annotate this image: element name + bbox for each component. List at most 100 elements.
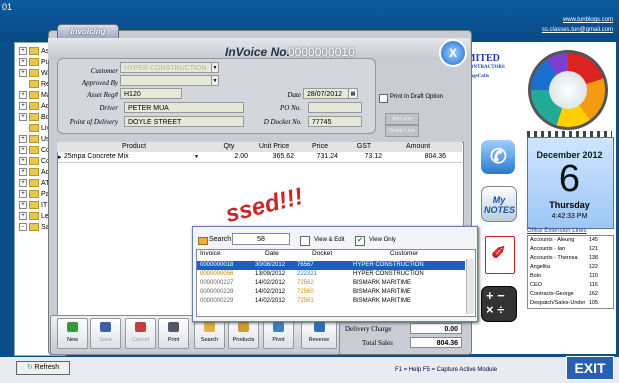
email-link[interactable]: ss.classes.tun@gmail.com bbox=[542, 27, 613, 33]
cancel-button[interactable]: Cancel bbox=[125, 318, 156, 349]
color-wheel-icon[interactable] bbox=[528, 50, 608, 130]
tree-item[interactable]: + Le bbox=[19, 212, 49, 222]
tree-item[interactable]: + Ad bbox=[19, 102, 50, 112]
date-label: Date bbox=[287, 91, 301, 99]
chevron-down-icon[interactable]: ▼ bbox=[194, 154, 199, 160]
table-row[interactable]: 0000000056 13/09/2012 222321 HYPER CONSTRUC… bbox=[197, 270, 465, 279]
save-button[interactable]: Save bbox=[90, 318, 121, 349]
new-button[interactable]: New bbox=[57, 318, 88, 349]
chevron-down-icon[interactable]: ▼ bbox=[211, 75, 219, 86]
tab-invoicing[interactable]: Invoicing bbox=[57, 24, 119, 39]
tree-item[interactable]: + IT bbox=[19, 201, 47, 211]
tree-item[interactable]: + As bbox=[19, 47, 49, 57]
cell-unit-price[interactable]: 365.62 bbox=[250, 153, 294, 160]
expand-icon[interactable]: + bbox=[19, 69, 27, 77]
asset-reg-field[interactable]: H120 bbox=[120, 88, 182, 99]
folder-icon bbox=[29, 47, 39, 55]
delivery-point-label: Point of Delivery bbox=[69, 118, 118, 126]
products-icon bbox=[238, 322, 249, 332]
expand-icon[interactable]: + bbox=[19, 168, 27, 176]
expand-icon[interactable]: + bbox=[19, 135, 27, 143]
website-link[interactable]: www.tunblogs.com bbox=[563, 17, 613, 23]
expand-icon[interactable]: + bbox=[19, 201, 27, 209]
cell-amount[interactable]: 804.36 bbox=[386, 153, 446, 160]
expand-icon[interactable]: + bbox=[19, 179, 27, 187]
extension-row[interactable]: Accounts - Theresa 138 bbox=[530, 255, 610, 264]
scrollbar[interactable] bbox=[466, 259, 474, 314]
pivot-button[interactable]: Pivot bbox=[263, 318, 294, 349]
col-invoice: Invoice bbox=[200, 250, 221, 257]
view-only-checkbox[interactable]: ✔ bbox=[355, 236, 365, 246]
delete-line-button[interactable]: Delete Line bbox=[385, 125, 419, 137]
draft-checkbox[interactable] bbox=[379, 94, 388, 103]
expand-icon[interactable]: + bbox=[19, 190, 27, 198]
tree-item[interactable]: + Wa bbox=[19, 69, 51, 79]
refresh-button[interactable]: ↻ Refresh bbox=[16, 361, 70, 375]
search-button[interactable]: Search bbox=[194, 318, 225, 349]
tree-item[interactable]: + Us bbox=[19, 135, 50, 145]
tree-item[interactable]: Liv bbox=[19, 124, 50, 134]
draft-label: Print In Draft Option bbox=[390, 94, 444, 100]
extension-row[interactable]: Accounts - Ian 121 bbox=[530, 246, 610, 255]
cell-gst[interactable]: 73.12 bbox=[342, 153, 382, 160]
approved-by-select[interactable] bbox=[120, 75, 212, 86]
expand-icon[interactable]: + bbox=[19, 113, 27, 121]
tree-item[interactable]: + Pu bbox=[19, 58, 50, 68]
add-line-button[interactable]: Add Line bbox=[385, 113, 419, 125]
calendar-icon[interactable]: ▦ bbox=[348, 88, 358, 99]
pdf-icon[interactable]: ✐ bbox=[485, 236, 515, 274]
expand-icon[interactable]: + bbox=[19, 212, 27, 220]
extension-header[interactable]: Office Extension Lines bbox=[527, 228, 587, 234]
tree-item[interactable]: + Co bbox=[19, 157, 50, 167]
expand-icon[interactable]: + bbox=[19, 157, 27, 165]
print-button[interactable]: Print bbox=[158, 318, 189, 349]
expand-icon[interactable]: + bbox=[19, 58, 27, 66]
expand-icon[interactable]: + bbox=[19, 91, 27, 99]
expand-icon[interactable]: + bbox=[19, 102, 27, 110]
chevron-down-icon[interactable]: ▼ bbox=[211, 62, 219, 73]
exit-button[interactable]: EXIT bbox=[566, 356, 614, 380]
extension-row[interactable]: CEO 116 bbox=[530, 282, 610, 291]
driver-field[interactable]: PETER MUA bbox=[124, 102, 244, 113]
phone-icon[interactable]: ✆ bbox=[481, 140, 515, 174]
tree-item[interactable]: + Co bbox=[19, 146, 50, 156]
table-row[interactable]: 0000000018 30/08/2012 76567 HYPER CONSTRUCT… bbox=[197, 261, 465, 270]
reverse-button[interactable]: Reverse bbox=[301, 318, 337, 349]
tree-item[interactable]: - Sa bbox=[19, 223, 50, 233]
delivery-point-field[interactable]: DOYLE STREET bbox=[124, 116, 244, 127]
search-input[interactable]: 58 bbox=[232, 233, 290, 245]
cell-product[interactable]: 25mpa Concrete Mix bbox=[64, 153, 194, 160]
tree-item[interactable]: + Ma bbox=[19, 91, 51, 101]
tree-item[interactable]: + Bo bbox=[19, 113, 50, 123]
invoice-number-label: InVoice No. bbox=[225, 45, 290, 59]
collapse-icon[interactable]: - bbox=[19, 223, 27, 231]
view-edit-checkbox[interactable] bbox=[300, 236, 310, 246]
table-row[interactable]: 0000000229 14/02/2012 72561 BISMARK MARITIM… bbox=[197, 297, 465, 306]
notes-icon[interactable]: My NOTES bbox=[481, 186, 517, 222]
expand-icon[interactable]: + bbox=[19, 47, 27, 55]
extension-row[interactable]: Bolo 110 bbox=[530, 273, 610, 282]
date-field[interactable]: 28/07/2012 bbox=[303, 88, 349, 99]
tree-item[interactable]: Re bbox=[19, 80, 50, 90]
cell-qty[interactable]: 2.00 bbox=[208, 153, 248, 160]
products-button[interactable]: Products bbox=[228, 318, 259, 349]
folder-icon bbox=[29, 223, 39, 231]
cell-price[interactable]: 731.24 bbox=[298, 153, 338, 160]
expand-icon[interactable]: + bbox=[19, 146, 27, 154]
close-button[interactable]: X bbox=[439, 39, 467, 67]
delivery-charge-field[interactable]: 0.00 bbox=[410, 323, 462, 334]
docket-field[interactable]: 77745 bbox=[308, 116, 362, 127]
customer-select[interactable]: HYPER CONSTRUCTION bbox=[120, 62, 212, 73]
table-row[interactable]: 0000000227 14/02/2012 72562 BISMARK MARITIM… bbox=[197, 279, 465, 288]
tree-item[interactable]: + Pa bbox=[19, 190, 50, 200]
tree-item[interactable]: + ATI bbox=[19, 179, 51, 189]
extension-list[interactable]: Accounts - Aleung 145 Accounts - Ian 121 A… bbox=[527, 235, 614, 309]
extension-row[interactable]: Contracts-George 162 bbox=[530, 291, 610, 300]
table-row[interactable]: 0000000228 14/02/2012 72560 BISMARK MARITIM… bbox=[197, 288, 465, 297]
tree-item[interactable]: + Ac bbox=[19, 168, 49, 178]
extension-row[interactable]: Despatch/Sales-Under 105 bbox=[530, 300, 610, 308]
po-field[interactable] bbox=[308, 102, 362, 113]
extension-row[interactable]: Angelita 122 bbox=[530, 264, 610, 273]
extension-row[interactable]: Accounts - Aleung 145 bbox=[530, 237, 610, 246]
calculator-icon[interactable]: + − × ÷ bbox=[481, 286, 517, 322]
